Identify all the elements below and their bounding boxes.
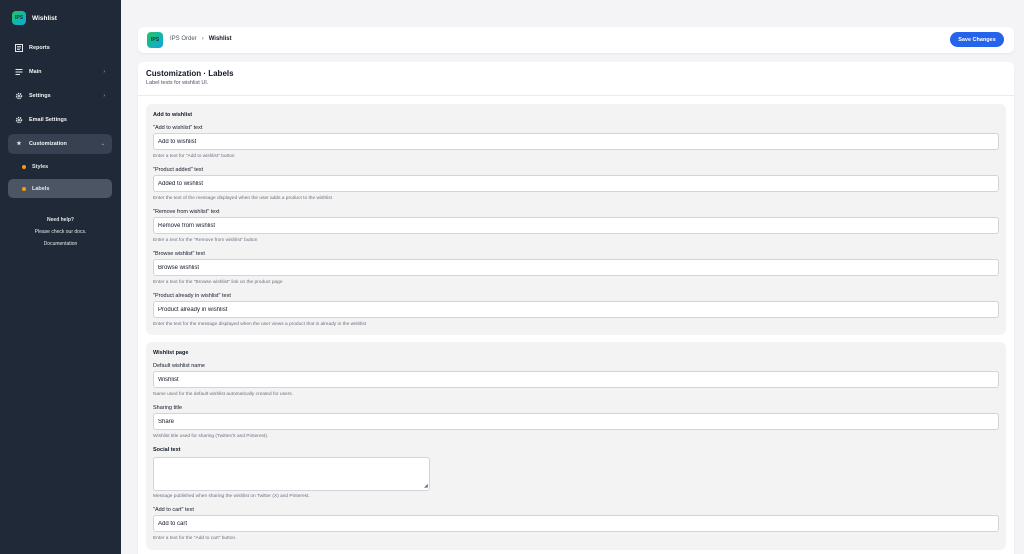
- section-title: Wishlist page: [153, 350, 189, 356]
- main-card: Customization · Labels Label texts for w…: [138, 62, 1014, 554]
- field-help: Enter the text of the message displayed …: [153, 196, 332, 201]
- sharing-title-input[interactable]: [153, 413, 999, 430]
- field-label: "Add to cart" text: [153, 507, 194, 513]
- section-add-to-wishlist: Add to wishlist "Add to wishlist" text E…: [146, 104, 1006, 335]
- documentation-link[interactable]: Documentation: [0, 241, 121, 247]
- field-label: Sharing title: [153, 405, 183, 411]
- sidebar-item-label: Email Settings: [29, 117, 67, 123]
- help-title: Need help?: [47, 217, 74, 223]
- app-name: Wishlist: [32, 14, 57, 22]
- field-help: Enter a text for the "Browse wishlist" l…: [153, 280, 283, 285]
- field-help: Enter a text for the "Remove from wishli…: [153, 238, 258, 243]
- field-help: Enter a text for "Add to wishlist" butto…: [153, 154, 235, 159]
- browse-wishlist-text-input[interactable]: [153, 259, 999, 276]
- field-help: Name used for the default wishlist autom…: [153, 392, 293, 397]
- menu-icon: [15, 68, 23, 76]
- breadcrumb-current: Wishlist: [208, 36, 232, 42]
- sidebar-subitem-label: Styles: [32, 163, 49, 170]
- sidebar-item-label: Settings: [29, 93, 51, 99]
- sidebar-item-main[interactable]: Main ›: [8, 62, 112, 82]
- field-label: "Remove from wishlist" text: [153, 209, 220, 215]
- field-help: Enter a text for the "Add to cart" butto…: [153, 536, 237, 541]
- product-added-text-input[interactable]: [153, 175, 999, 192]
- field-label: "Browse wishlist" text: [153, 251, 205, 257]
- help-text: Please check our docs.: [34, 229, 87, 235]
- remove-from-wishlist-text-input[interactable]: [153, 217, 999, 234]
- gear-icon: [15, 92, 23, 100]
- bullet-dot-icon: [22, 186, 26, 191]
- bullet-dot-icon: [22, 164, 26, 169]
- chevron-right-icon: ›: [103, 93, 105, 99]
- sidebar-item-settings[interactable]: Settings ›: [8, 86, 112, 106]
- gear-icon: [15, 116, 23, 124]
- chevron-down-icon: ⌄: [100, 141, 105, 147]
- sidebar-item-email-settings[interactable]: Email Settings: [8, 110, 112, 130]
- sidebar-subitem-label: Labels: [32, 185, 50, 192]
- sidebar-item-reports[interactable]: Reports: [8, 38, 112, 58]
- field-label: "Add to wishlist" text: [153, 125, 203, 131]
- app-logo: IPS: [12, 11, 26, 25]
- section-title: Add to wishlist: [153, 112, 193, 118]
- header-bar: IPS IPS Order › Wishlist Save Changes: [138, 27, 1014, 53]
- reports-icon: [15, 44, 23, 52]
- resize-handle-icon[interactable]: ◢: [424, 483, 428, 489]
- add-to-wishlist-text-input[interactable]: [153, 133, 999, 150]
- sidebar-item-customization[interactable]: ★ Customization ⌄: [8, 134, 112, 154]
- sidebar-item-label: Main: [29, 69, 42, 75]
- sidebar: IPS Wishlist Reports Main › Settings › E…: [0, 0, 121, 554]
- field-label: "Product already in wishlist" text: [153, 293, 231, 299]
- breadcrumb-parent[interactable]: IPS Order: [170, 36, 197, 42]
- default-wishlist-name-input[interactable]: [153, 371, 999, 388]
- field-help: Enter the text for the message displayed…: [153, 322, 367, 327]
- page-subtitle: Label texts for wishlist UI.: [146, 80, 209, 86]
- page-title: Customization · Labels: [146, 69, 234, 78]
- brand[interactable]: IPS Wishlist: [12, 11, 57, 25]
- breadcrumb: IPS Order › Wishlist: [170, 36, 232, 42]
- field-label: Social text: [153, 447, 181, 453]
- add-to-cart-text-input[interactable]: [153, 515, 999, 532]
- divider: [138, 95, 1014, 96]
- field-label: Default wishlist name: [153, 363, 205, 369]
- field-help: Message published when sharing the wishl…: [153, 494, 310, 499]
- save-changes-button[interactable]: Save Changes: [950, 32, 1004, 47]
- chevron-right-icon: ›: [103, 69, 105, 75]
- star-icon: ★: [16, 141, 22, 147]
- section-wishlist-page: Wishlist page Default wishlist name Name…: [146, 342, 1006, 550]
- field-help: Wishlist title used for sharing (Twitter…: [153, 434, 269, 439]
- sidebar-subitem-styles[interactable]: Styles: [8, 157, 112, 176]
- sidebar-subitem-labels[interactable]: Labels: [8, 179, 112, 198]
- product-already-in-wishlist-text-input[interactable]: [153, 301, 999, 318]
- field-label: "Product added" text: [153, 167, 204, 173]
- social-text-textarea[interactable]: [153, 457, 430, 491]
- sidebar-item-label: Reports: [29, 45, 50, 51]
- breadcrumb-separator-icon: ›: [201, 36, 204, 42]
- sidebar-item-label: Customization: [29, 141, 67, 147]
- header-logo: IPS: [147, 32, 163, 48]
